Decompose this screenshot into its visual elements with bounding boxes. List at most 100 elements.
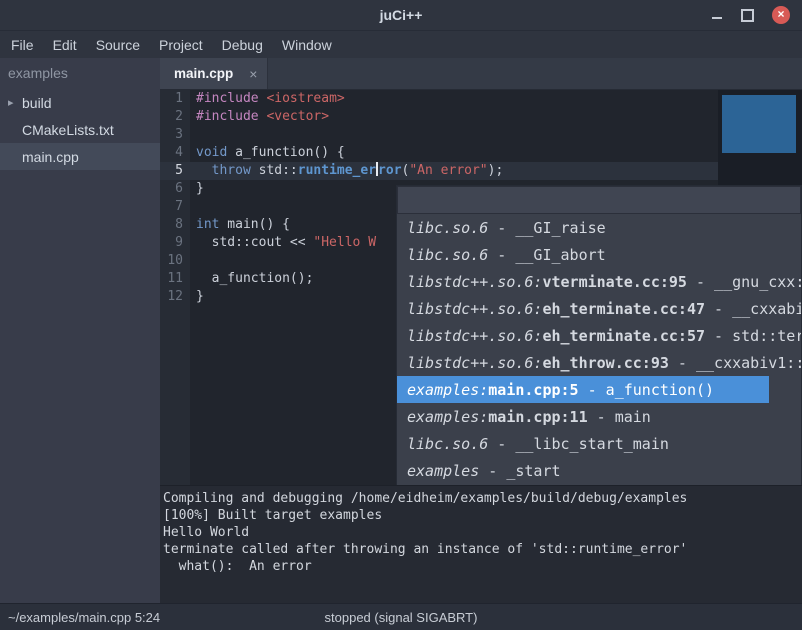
menu-item-edit[interactable]: Edit bbox=[53, 37, 77, 53]
code-line[interactable]: 1#include <iostream> bbox=[160, 90, 802, 108]
backtrace-item[interactable]: libstdc++.so.6:eh_terminate.cc:57 - std:… bbox=[397, 322, 801, 349]
menubar: File Edit Source Project Debug Window bbox=[0, 31, 802, 58]
backtrace-item[interactable]: libc.so.6 - __libc_start_main bbox=[397, 430, 801, 457]
code-editor[interactable]: 1#include <iostream>2#include <vector>34… bbox=[160, 90, 802, 485]
code-token: <iostream> bbox=[266, 91, 344, 106]
frame-symbol: - _start bbox=[479, 462, 560, 480]
frame-module: examples: bbox=[407, 381, 488, 399]
backtrace-item[interactable]: libc.so.6 - __GI_abort bbox=[397, 241, 801, 268]
menu-item-file[interactable]: File bbox=[11, 37, 34, 53]
frame-module: libstdc++.so.6: bbox=[407, 327, 542, 345]
popup-search-input[interactable] bbox=[397, 186, 801, 214]
backtrace-item-text: libc.so.6 - __GI_abort bbox=[407, 246, 606, 264]
menu-item-window[interactable]: Window bbox=[282, 37, 332, 53]
backtrace-item[interactable]: libstdc++.so.6:eh_terminate.cc:47 - __cx… bbox=[397, 295, 801, 322]
line-number: 4 bbox=[160, 144, 190, 162]
code-line[interactable]: 5 throw std::runtime_error("An error"); bbox=[160, 162, 802, 180]
backtrace-item-text: libc.so.6 - __libc_start_main bbox=[407, 435, 669, 453]
code-text: } bbox=[190, 180, 204, 198]
tree-item-label: build bbox=[22, 95, 52, 111]
backtrace-item[interactable]: examples:main.cpp:11 - main bbox=[397, 403, 801, 430]
frame-module: libc.so.6 bbox=[407, 219, 488, 237]
code-token: main() { bbox=[219, 217, 289, 232]
frame-location: main.cpp:5 bbox=[488, 381, 578, 399]
menu-item-debug[interactable]: Debug bbox=[222, 37, 263, 53]
code-token: std:: bbox=[251, 163, 298, 178]
code-line[interactable]: 2#include <vector> bbox=[160, 108, 802, 126]
frame-symbol: - main bbox=[588, 408, 651, 426]
frame-module: libc.so.6 bbox=[407, 246, 488, 264]
frame-location: eh_terminate.cc:47 bbox=[542, 300, 705, 318]
frame-location: eh_terminate.cc:57 bbox=[542, 327, 705, 345]
line-number: 5 bbox=[160, 162, 190, 180]
backtrace-item-text: examples - _start bbox=[407, 462, 561, 480]
menu-item-project[interactable]: Project bbox=[159, 37, 203, 53]
backtrace-item-text: libstdc++.so.6:eh_terminate.cc:57 - std:… bbox=[407, 327, 801, 345]
output-terminal[interactable]: Compiling and debugging /home/eidheim/ex… bbox=[160, 485, 802, 603]
code-text: #include <vector> bbox=[190, 108, 329, 126]
line-number: 8 bbox=[160, 216, 190, 234]
frame-module: examples: bbox=[407, 408, 488, 426]
line-number: 10 bbox=[160, 252, 190, 270]
code-token: std::cout << bbox=[196, 235, 313, 250]
frame-symbol: - __libc_start_main bbox=[488, 435, 669, 453]
code-token: void bbox=[196, 145, 227, 160]
frame-symbol: - __cxxabiv1::__tern bbox=[705, 300, 801, 318]
editor-tooltip bbox=[718, 90, 802, 185]
sidebar-item-main-cpp[interactable]: main.cpp bbox=[0, 143, 160, 170]
menu-item-source[interactable]: Source bbox=[96, 37, 140, 53]
code-token: int bbox=[196, 217, 219, 232]
line-number: 3 bbox=[160, 126, 190, 144]
line-number: 2 bbox=[160, 108, 190, 126]
code-token: } bbox=[196, 289, 204, 304]
tab-main-cpp[interactable]: main.cpp × bbox=[160, 58, 268, 89]
code-token: #include bbox=[196, 91, 266, 106]
line-number: 7 bbox=[160, 198, 190, 216]
code-token: a_function(); bbox=[196, 271, 313, 286]
status-file-location: ~/examples/main.cpp 5:24 bbox=[8, 610, 160, 625]
line-number: 12 bbox=[160, 288, 190, 306]
backtrace-item[interactable]: libc.so.6 - __GI_raise bbox=[397, 214, 801, 241]
terminal-line: Hello World bbox=[163, 524, 802, 541]
terminal-line: [100%] Built target examples bbox=[163, 507, 802, 524]
code-token: runtime_er bbox=[298, 163, 376, 178]
code-text: void a_function() { bbox=[190, 144, 345, 162]
restore-button[interactable] bbox=[741, 9, 754, 22]
code-text bbox=[190, 198, 196, 216]
frame-symbol: - std::terminate() bbox=[705, 327, 801, 345]
tree-item-label: main.cpp bbox=[22, 149, 79, 165]
sidebar-item-build[interactable]: ▸build bbox=[0, 89, 160, 116]
sidebar: examples ▸buildCMakeLists.txtmain.cpp bbox=[0, 58, 160, 603]
code-token: throw bbox=[212, 163, 251, 178]
frame-symbol: - __gnu_cxx::__verbos bbox=[687, 273, 801, 291]
sidebar-item-cmakelists-txt[interactable]: CMakeLists.txt bbox=[0, 116, 160, 143]
minimize-button[interactable] bbox=[711, 9, 723, 21]
backtrace-item-text: libc.so.6 - __GI_raise bbox=[407, 219, 606, 237]
tab-close-button[interactable]: × bbox=[249, 66, 257, 82]
tab-label: main.cpp bbox=[174, 66, 233, 81]
backtrace-item[interactable]: libstdc++.so.6:vterminate.cc:95 - __gnu_… bbox=[397, 268, 801, 295]
code-token: ror bbox=[378, 163, 401, 178]
chevron-right-icon[interactable]: ▸ bbox=[8, 96, 22, 109]
backtrace-item[interactable]: libstdc++.so.6:eh_throw.cc:93 - __cxxabi… bbox=[397, 349, 801, 376]
frame-symbol: - __cxxabiv1::__cxa_thro bbox=[669, 354, 801, 372]
backtrace-list: libc.so.6 - __GI_raiselibc.so.6 - __GI_a… bbox=[397, 214, 801, 485]
frame-module: libc.so.6 bbox=[407, 435, 488, 453]
frame-symbol: - a_function() bbox=[579, 381, 714, 399]
code-text: int main() { bbox=[190, 216, 290, 234]
frame-location: eh_throw.cc:93 bbox=[542, 354, 668, 372]
backtrace-item[interactable]: examples - _start bbox=[397, 457, 801, 484]
frame-location: main.cpp:11 bbox=[488, 408, 587, 426]
code-line[interactable]: 4void a_function() { bbox=[160, 144, 802, 162]
code-text: } bbox=[190, 288, 204, 306]
close-button[interactable]: × bbox=[772, 6, 790, 24]
status-debug-state: stopped (signal SIGABRT) bbox=[325, 610, 478, 625]
code-token: a_function() { bbox=[227, 145, 344, 160]
backtrace-item[interactable]: examples:main.cpp:5 - a_function() bbox=[397, 376, 801, 403]
tree-item-label: CMakeLists.txt bbox=[22, 122, 114, 138]
frame-symbol: - __GI_abort bbox=[488, 246, 605, 264]
code-line[interactable]: 3 bbox=[160, 126, 802, 144]
line-number: 11 bbox=[160, 270, 190, 288]
close-icon: × bbox=[777, 7, 784, 21]
backtrace-item-text: libstdc++.so.6:eh_terminate.cc:47 - __cx… bbox=[407, 300, 801, 318]
